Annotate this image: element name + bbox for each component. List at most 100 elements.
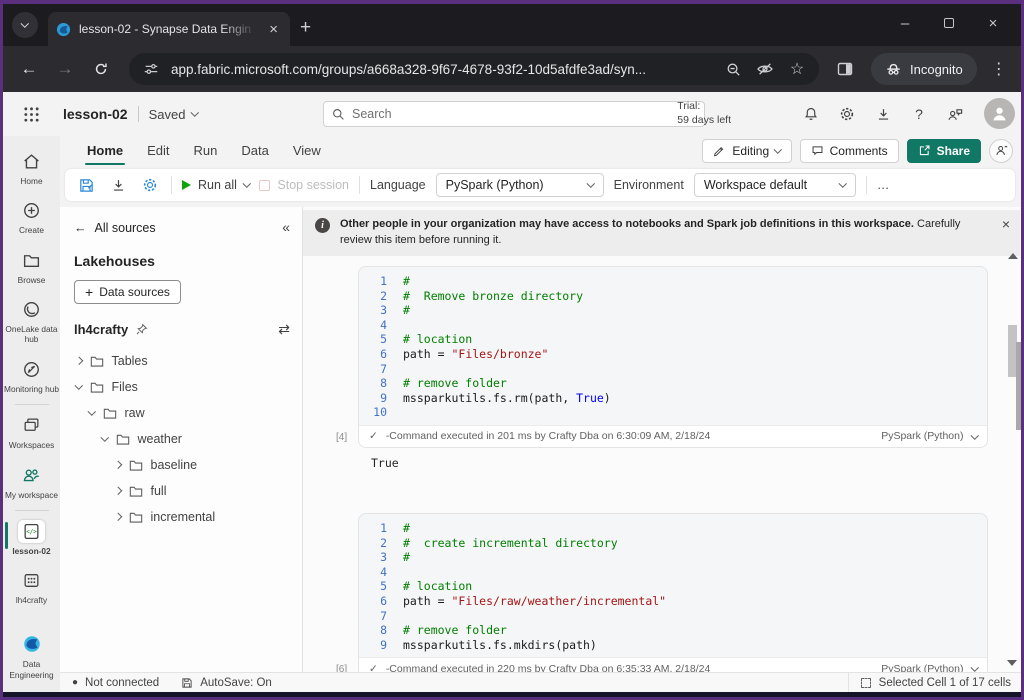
browser-tab[interactable]: lesson-02 - Synapse Data Engin ×	[48, 12, 290, 46]
maximize-icon[interactable]	[927, 7, 971, 39]
tab-close-icon[interactable]: ×	[265, 21, 282, 38]
zoom-out-icon[interactable]	[721, 57, 745, 81]
code-cell-editor[interactable]: 1#2# Remove bronze directory3#4 5# locat…	[358, 266, 988, 448]
site-settings-icon[interactable]	[139, 57, 163, 81]
tree-item-Files[interactable]: Files	[74, 374, 290, 400]
collapse-panel-icon[interactable]: «	[282, 219, 290, 235]
ribbon-menu: Home Edit Run Data View Editing Comments	[60, 136, 1021, 165]
tree-item-raw[interactable]: raw	[74, 400, 290, 426]
chevron-right-icon[interactable]	[114, 487, 122, 495]
sidebar-item-monitoring-hub[interactable]: Monitoring hub	[3, 352, 60, 401]
tab-edit[interactable]: Edit	[135, 139, 181, 162]
folder-icon	[129, 458, 143, 472]
code-cell-editor[interactable]: 1#2# create incremental directory3#4 5# …	[358, 513, 988, 672]
share-button[interactable]: Share	[907, 139, 981, 163]
session-settings-gear-icon[interactable]	[139, 174, 161, 196]
scroll-up-icon[interactable]	[1008, 253, 1018, 259]
back-icon[interactable]: ←	[13, 53, 45, 85]
invite-people-button[interactable]	[989, 139, 1013, 163]
global-search[interactable]	[323, 101, 705, 127]
account-avatar[interactable]	[984, 98, 1015, 129]
comment-icon	[811, 144, 824, 157]
chevron-right-icon[interactable]	[114, 461, 122, 469]
banner-close-icon[interactable]: ×	[1002, 217, 1010, 249]
tab-run[interactable]: Run	[182, 139, 230, 162]
scroll-down-icon[interactable]	[1007, 660, 1017, 666]
incognito-badge[interactable]: Incognito	[871, 53, 977, 85]
tree-item-weather[interactable]: weather	[74, 426, 290, 452]
chevron-down-icon[interactable]	[101, 434, 109, 442]
success-check-icon: ✓	[369, 663, 378, 672]
chevron-down-icon[interactable]	[75, 382, 83, 390]
sidebar-item-lesson-02[interactable]: </> lesson-02	[3, 514, 60, 563]
notebook-title[interactable]: lesson-02	[63, 106, 128, 122]
address-bar[interactable]: app.fabric.microsoft.com/groups/a668a328…	[129, 53, 819, 85]
search-input[interactable]	[352, 107, 696, 121]
lakehouse-name[interactable]: lh4crafty	[74, 322, 128, 337]
forward-icon[interactable]: →	[49, 53, 81, 85]
feedback-icon[interactable]	[937, 98, 973, 130]
password-hidden-icon[interactable]	[753, 57, 777, 81]
browser-menu-icon[interactable]: ⋮	[991, 59, 1007, 79]
save-icon[interactable]	[75, 174, 97, 196]
chevron-down-icon[interactable]	[88, 408, 96, 416]
sidebar-item-workspaces[interactable]: Workspaces	[3, 408, 60, 457]
side-panel-icon[interactable]	[833, 57, 857, 81]
run-all-button[interactable]: Run all	[182, 178, 249, 192]
more-options-button[interactable]: …	[877, 178, 891, 192]
comments-button[interactable]: Comments	[800, 139, 899, 163]
sidebar-item-lh4crafty[interactable]: lh4crafty	[3, 563, 60, 612]
cell-language-dropdown[interactable]: PySpark (Python)	[881, 430, 977, 442]
connection-dot-icon: ●	[72, 677, 78, 688]
rail-divider	[15, 510, 49, 511]
minimize-icon[interactable]: –	[883, 7, 927, 39]
tab-search-button[interactable]	[12, 12, 38, 38]
pin-icon[interactable]	[135, 323, 148, 336]
export-download-icon[interactable]	[107, 174, 129, 196]
switch-lakehouse-icon[interactable]: ⇄	[278, 321, 290, 338]
trial-status: Trial:59 days left	[677, 99, 731, 127]
new-tab-button[interactable]: +	[300, 17, 311, 39]
download-icon[interactable]	[865, 98, 901, 130]
line-number: 5	[365, 332, 387, 347]
bookmark-star-icon[interactable]: ☆	[785, 57, 809, 81]
page-scrollbar-thumb[interactable]	[1016, 342, 1021, 430]
notifications-icon[interactable]	[793, 98, 829, 130]
environment-dropdown[interactable]: Workspace default	[694, 173, 856, 197]
tab-data[interactable]: Data	[229, 139, 280, 162]
monitoring-icon	[18, 358, 45, 381]
close-icon[interactable]: ×	[971, 7, 1015, 39]
lakehouse-icon	[18, 569, 45, 592]
autosave-status[interactable]: AutoSave: On	[181, 677, 272, 689]
stop-session-button[interactable]: Stop session	[259, 178, 349, 192]
sidebar-item-create[interactable]: Create	[3, 193, 60, 242]
language-dropdown[interactable]: PySpark (Python)	[436, 173, 604, 197]
all-sources-back-link[interactable]: ←All sources	[74, 221, 290, 235]
help-icon[interactable]: ?	[901, 98, 937, 130]
tree-item-incremental[interactable]: incremental	[74, 504, 290, 530]
window-frame: lesson-02 - Synapse Data Engin × + – × ←…	[0, 0, 1024, 700]
sidebar-item-onelake-data-hub[interactable]: OneLake data hub	[3, 292, 60, 352]
sidebar-item-browse[interactable]: Browse	[3, 243, 60, 292]
editing-mode-button[interactable]: Editing	[702, 139, 791, 163]
app-launcher-icon[interactable]	[11, 94, 51, 134]
line-number: 6	[365, 347, 387, 362]
chevron-right-icon[interactable]	[114, 513, 122, 521]
sidebar-item-data-engineering[interactable]: Data Engineering	[3, 626, 60, 692]
workspaces-icon	[18, 414, 45, 437]
add-data-sources-button[interactable]: +Data sources	[74, 280, 181, 304]
save-status[interactable]: Saved	[149, 107, 198, 122]
sidebar-item-home[interactable]: Home	[3, 144, 60, 193]
line-number: 1	[365, 521, 387, 536]
settings-gear-icon[interactable]	[829, 98, 865, 130]
tree-item-baseline[interactable]: baseline	[74, 452, 290, 478]
reload-icon[interactable]	[85, 53, 117, 85]
cell-language-dropdown[interactable]: PySpark (Python)	[881, 663, 977, 672]
sidebar-item-my-workspace[interactable]: My workspace	[3, 458, 60, 507]
tree-item-Tables[interactable]: Tables	[74, 348, 290, 374]
tab-view[interactable]: View	[281, 139, 333, 162]
tree-item-full[interactable]: full	[74, 478, 290, 504]
tab-home[interactable]: Home	[75, 139, 135, 162]
notebook-scrollbar[interactable]	[1005, 253, 1020, 668]
chevron-right-icon[interactable]	[75, 357, 83, 365]
